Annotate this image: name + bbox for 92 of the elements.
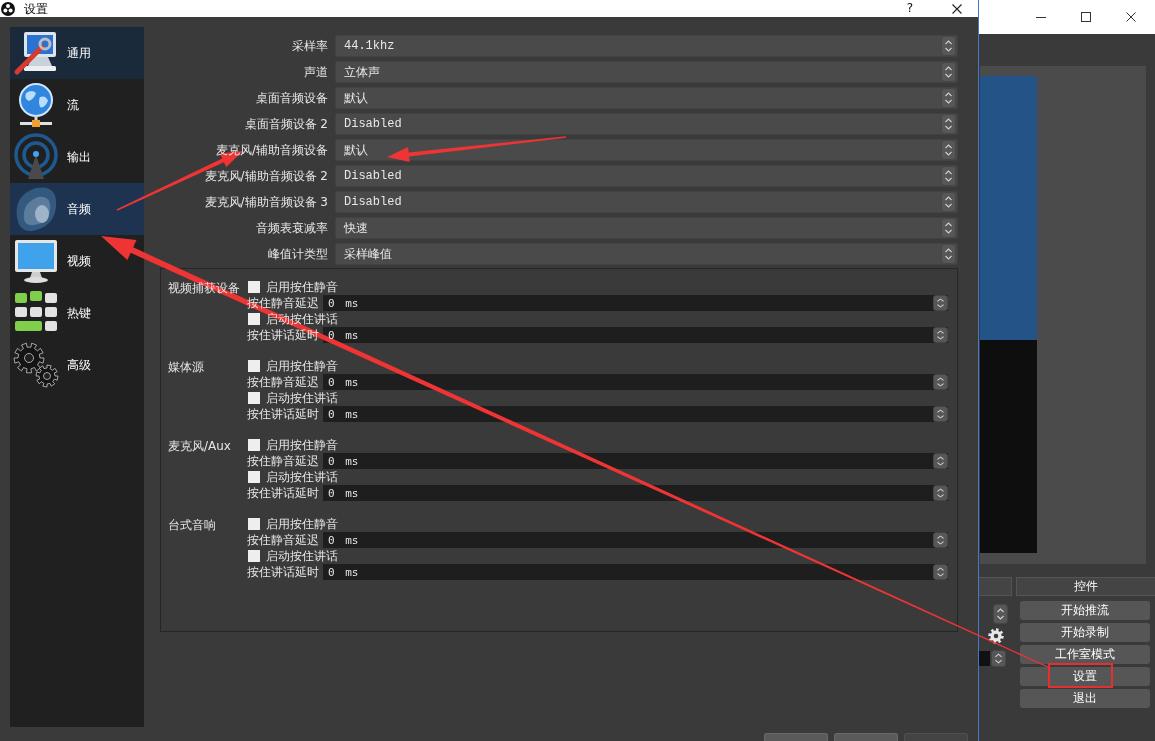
annotation-frame: [1048, 663, 1113, 688]
number-field[interactable]: 0 ms: [323, 406, 948, 422]
dropdown-field[interactable]: 采样峰值: [335, 243, 958, 265]
dropdown-field[interactable]: 立体声: [335, 61, 958, 83]
checkbox[interactable]: [248, 392, 260, 404]
checkbox-label[interactable]: 启动按住讲话: [266, 390, 338, 406]
dropdown-field[interactable]: Disabled: [335, 113, 958, 135]
spin-arrows-icon[interactable]: [993, 604, 1008, 624]
close-icon: [951, 3, 962, 14]
checkbox[interactable]: [248, 281, 260, 293]
field-label: 采样率: [291, 38, 328, 55]
sidebar-item[interactable]: 高级: [10, 339, 144, 391]
checkbox-label[interactable]: 启动按住讲话: [266, 548, 338, 564]
number-field[interactable]: 0 ms: [323, 532, 948, 548]
spin-arrows-icon[interactable]: [933, 327, 948, 343]
dropdown-field[interactable]: 快速: [335, 217, 958, 239]
field-label: 按住讲话延时: [247, 406, 320, 422]
spin-arrows-icon[interactable]: [933, 406, 948, 422]
control-button[interactable]: 开始推流: [1020, 601, 1150, 620]
checkbox[interactable]: [248, 471, 260, 483]
field-label: 峰值计类型: [267, 246, 328, 263]
number-field[interactable]: 0 ms: [323, 453, 948, 469]
sidebar-item[interactable]: 通用: [10, 27, 144, 79]
number-field[interactable]: 0 ms: [323, 295, 948, 311]
maximize-icon: [1080, 12, 1091, 22]
dropdown-field[interactable]: Disabled: [335, 191, 958, 213]
field-label: 桌面音频设备 2: [243, 116, 328, 133]
antenna-icon: [12, 133, 60, 181]
field-label: 按住静音延迟: [247, 374, 320, 390]
window-title: 设置: [24, 1, 48, 16]
checkbox-label[interactable]: 启用按住静音: [266, 358, 338, 374]
field-label: 麦克风/辅助音频设备 2: [203, 168, 328, 185]
checkbox-label[interactable]: 启动按住讲话: [266, 469, 338, 485]
control-button[interactable]: 工作室模式: [1020, 645, 1150, 664]
sidebar-item[interactable]: 视频: [10, 235, 144, 287]
field-label: 桌面音频设备: [255, 90, 328, 107]
minimize-icon: [1035, 16, 1046, 18]
sidebar-item[interactable]: 流: [10, 79, 144, 131]
checkbox[interactable]: [248, 313, 260, 325]
field-label: 按住讲话延时: [247, 564, 320, 580]
field-label: 麦克风/辅助音频设备 3: [203, 194, 328, 211]
field-label: 按住静音延迟: [247, 453, 320, 469]
checkbox-label[interactable]: 启用按住静音: [266, 516, 338, 532]
number-field[interactable]: 0 ms: [323, 564, 948, 580]
help-button[interactable]: ?: [895, 0, 925, 17]
checkbox-label[interactable]: 启用按住静音: [266, 437, 338, 453]
dropdown-field[interactable]: 默认: [335, 139, 958, 161]
number-field[interactable]: 0 ms: [323, 327, 948, 343]
spin-arrows-icon[interactable]: [941, 114, 956, 134]
dropdown-field[interactable]: 44.1khz: [335, 35, 958, 57]
checkbox[interactable]: [248, 360, 260, 372]
spin-arrows-icon[interactable]: [941, 88, 956, 108]
spin-arrows-icon[interactable]: [941, 218, 956, 238]
control-button[interactable]: 设置: [1020, 667, 1150, 686]
sidebar-item[interactable]: 音频: [10, 183, 144, 235]
number-field[interactable]: 0 ms: [323, 485, 948, 501]
checkbox[interactable]: [248, 550, 260, 562]
checkbox[interactable]: [248, 439, 260, 451]
spin-arrows-icon[interactable]: [933, 295, 948, 311]
spin-arrows-icon[interactable]: [941, 140, 956, 160]
sidebar-item[interactable]: 输出: [10, 131, 144, 183]
field-label: 音频表衰减率: [255, 220, 328, 237]
close-icon: [1125, 12, 1136, 22]
checkbox[interactable]: [248, 518, 260, 530]
spin-arrows-icon[interactable]: [941, 62, 956, 82]
sidebar-item[interactable]: 热键: [10, 287, 144, 339]
number-field[interactable]: [979, 651, 990, 666]
spin-arrows-icon[interactable]: [941, 192, 956, 212]
dropdown-field[interactable]: 默认: [335, 87, 958, 109]
control-button[interactable]: 退出: [1020, 689, 1150, 708]
spin-arrows-icon[interactable]: [941, 166, 956, 186]
field-label: 按住静音延迟: [247, 532, 320, 548]
spin-arrows-icon[interactable]: [941, 36, 956, 56]
spin-arrows-icon[interactable]: [933, 374, 948, 390]
field-label: 按住讲话延时: [247, 485, 320, 501]
source-label: 麦克风/Aux: [168, 438, 232, 455]
spin-arrows-icon[interactable]: [933, 564, 948, 580]
spin-arrows-icon[interactable]: [933, 453, 948, 469]
number-field[interactable]: 0 ms: [323, 374, 948, 390]
field-label: 声道: [303, 64, 328, 81]
spin-arrows-icon[interactable]: [941, 244, 956, 264]
source-label: 媒体源: [168, 359, 205, 376]
checkbox-label[interactable]: 启用按住静音: [266, 279, 338, 295]
spin-arrows-icon[interactable]: [933, 485, 948, 501]
monitor-icon: [12, 237, 60, 285]
spin-arrows-icon[interactable]: [991, 650, 1006, 667]
dropdown-field[interactable]: Disabled: [335, 165, 958, 187]
spin-arrows-icon[interactable]: [933, 532, 948, 548]
control-button[interactable]: 开始录制: [1020, 623, 1150, 642]
source-label: 台式音响: [168, 517, 217, 534]
dock-header: 控件: [1016, 577, 1155, 596]
settings-icon[interactable]: [988, 628, 1004, 644]
